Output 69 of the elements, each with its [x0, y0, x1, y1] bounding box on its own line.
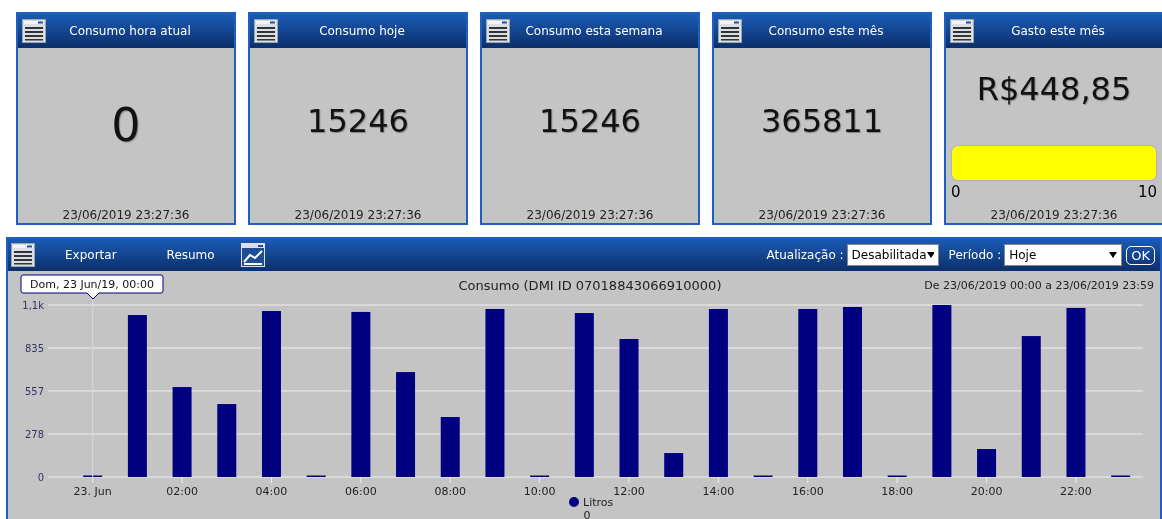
card-title: Consumo hora atual [68, 24, 192, 38]
card-title: Gasto este mês [1010, 24, 1106, 38]
bar[interactable] [127, 315, 147, 477]
value-text: 365811 [760, 102, 884, 140]
date-range: De 23/06/2019 00:00 a 23/06/2019 23:59 [924, 279, 1154, 292]
legend-label[interactable]: Litros [583, 496, 614, 509]
timestamp: 23/06/2019 23:27:36 [62, 208, 190, 223]
bar[interactable] [798, 309, 818, 477]
x-tick-label: 08:00 [434, 485, 467, 498]
bar[interactable] [217, 404, 237, 477]
bar[interactable] [932, 305, 952, 477]
y-tick-label: 1,1k [22, 300, 44, 311]
value-text: 15246 [307, 102, 409, 140]
ok-button[interactable]: OK [1126, 245, 1155, 265]
x-tick-label: 02:00 [166, 485, 198, 498]
dropdown-caret-icon [926, 252, 934, 258]
value-text: 15246 [539, 102, 641, 140]
x-tick-label: 23. Jun [73, 485, 112, 498]
bar[interactable] [1021, 336, 1041, 477]
menu-icon[interactable] [486, 19, 510, 43]
value-text: 0 [111, 98, 141, 152]
toolbar-link[interactable]: Resumo [166, 248, 215, 262]
timestamp: 23/06/2019 23:27:36 [294, 208, 422, 223]
bar[interactable] [396, 372, 416, 477]
timestamp: 23/06/2019 23:27:36 [526, 208, 654, 223]
x-tick-label: 04:00 [255, 485, 288, 498]
timestamp: 23/06/2019 23:27:36 [758, 208, 886, 223]
bar[interactable] [708, 309, 728, 477]
y-tick-label: 278 [24, 429, 44, 441]
legend-value: 0 [583, 509, 591, 519]
bar[interactable] [172, 387, 192, 477]
chart-type-icon[interactable] [240, 243, 265, 267]
gauge-max: 10 [1137, 183, 1157, 201]
y-tick-label: 835 [24, 342, 44, 354]
gauge-min: 0 [951, 183, 961, 201]
bar[interactable] [574, 313, 594, 477]
timestamp: 23/06/2019 23:27:36 [990, 208, 1118, 223]
menu-icon[interactable] [11, 243, 35, 267]
x-tick-label: 06:00 [345, 485, 377, 498]
chart-title: Consumo (DMI ID 07018843066910000) [458, 278, 722, 293]
card-title: Consumo esta semana [524, 24, 664, 38]
refresh-dropdown[interactable]: Desabilitada [846, 244, 939, 266]
refresh-label: Atualização : [766, 248, 844, 262]
bar[interactable] [440, 417, 460, 477]
toolbar-link[interactable]: Exportar [65, 248, 117, 262]
bar[interactable] [351, 311, 371, 477]
x-tick-label: 12:00 [613, 485, 645, 498]
menu-icon[interactable] [254, 19, 278, 43]
bar[interactable] [977, 449, 997, 477]
x-tick-label: 20:00 [970, 485, 1003, 498]
value-text: R$448,85 [976, 70, 1132, 108]
card-title: Consumo este mês [767, 24, 885, 38]
legend-dot-icon [569, 497, 579, 507]
x-tick-label: 18:00 [881, 485, 914, 498]
x-tick-label: 16:00 [791, 485, 824, 498]
menu-icon[interactable] [718, 19, 742, 43]
menu-icon[interactable] [22, 19, 46, 43]
y-tick-label: 0 [37, 472, 44, 483]
x-tick-label: 14:00 [702, 485, 735, 498]
x-tick-label: 10:00 [523, 485, 556, 498]
dropdown-caret-icon [1109, 252, 1118, 258]
card-title: Consumo hoje [318, 24, 406, 38]
bar[interactable] [261, 311, 281, 477]
x-tick-label: 22:00 [1060, 485, 1092, 498]
y-tick-label: 557 [24, 385, 44, 397]
period-label: Período : [948, 248, 1002, 262]
bar[interactable] [664, 453, 684, 477]
period-dropdown[interactable]: Hoje [1004, 244, 1123, 266]
menu-icon[interactable] [950, 19, 974, 43]
